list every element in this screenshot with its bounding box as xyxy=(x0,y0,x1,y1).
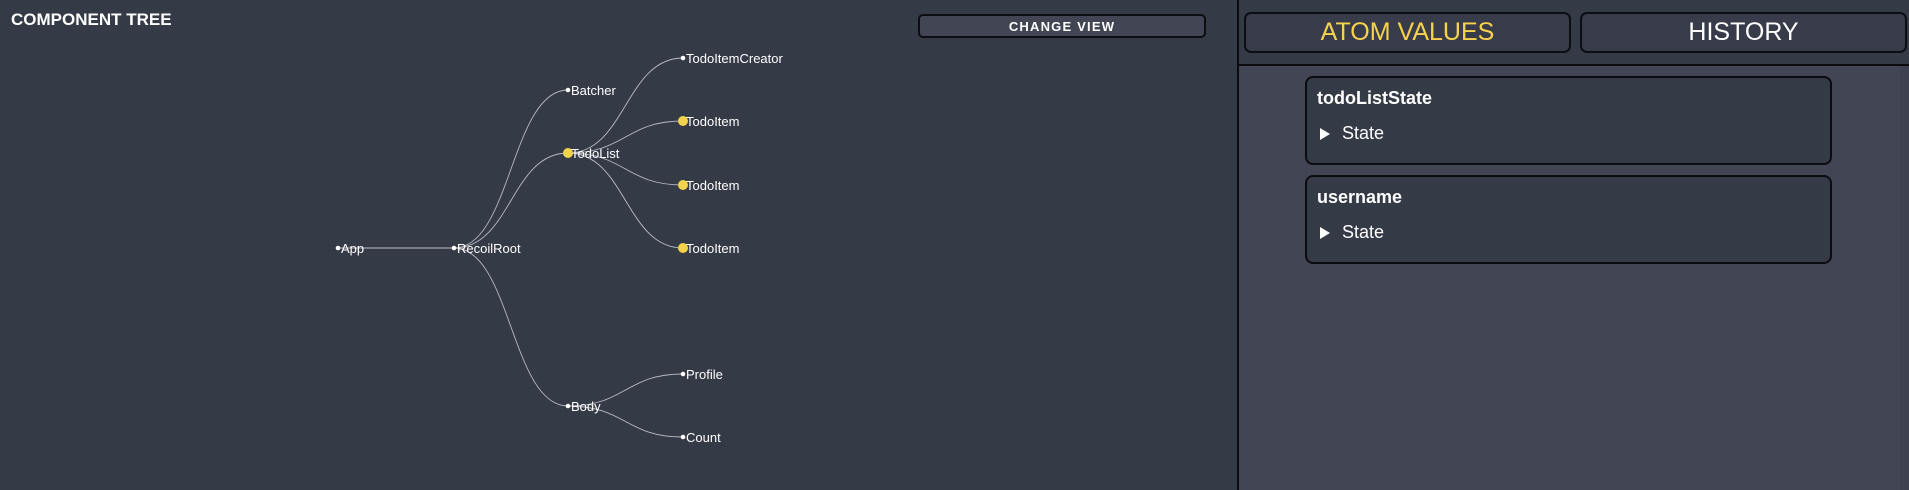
tree-node-label: TodoItem xyxy=(686,178,739,193)
tree-node-label: Profile xyxy=(686,367,723,382)
state-label: State xyxy=(1342,222,1385,242)
tree-node-label: TodoItem xyxy=(686,241,739,256)
component-tree-graph: App RecoilRoot Batcher TodoList Body TodoItem… xyxy=(335,51,784,445)
atom-card: username State xyxy=(1305,175,1832,264)
tab-history[interactable]: HISTORY xyxy=(1580,12,1907,53)
atom-panel: ATOM VALUES HISTORY todoListState State … xyxy=(1239,0,1909,490)
atom-name: todoListState xyxy=(1317,88,1432,108)
tree-link xyxy=(453,152,569,249)
node-dot xyxy=(680,434,686,440)
atom-card: todoListState State xyxy=(1305,76,1832,165)
state-toggle[interactable]: State xyxy=(1317,123,1384,144)
tree-node-todoitem2[interactable]: TodoItem xyxy=(678,178,739,193)
tree-node-label: App xyxy=(341,241,364,256)
tree-node-label: TodoList xyxy=(571,146,620,161)
tree-node-batcher[interactable]: Batcher xyxy=(565,83,617,98)
node-dot xyxy=(680,371,686,377)
tree-node-todolist[interactable]: TodoList xyxy=(563,146,620,161)
tree-node-todoitem3[interactable]: TodoItem xyxy=(678,241,739,256)
tree-node-profile[interactable]: Profile xyxy=(680,367,723,382)
tab-atom-values[interactable]: ATOM VALUES xyxy=(1244,12,1571,53)
tree-node-recoilroot[interactable]: RecoilRoot xyxy=(451,241,521,256)
node-dot xyxy=(335,245,341,251)
tree-node-label: Batcher xyxy=(571,83,616,98)
node-dot xyxy=(565,87,571,93)
state-label: State xyxy=(1342,123,1385,143)
atom-name: username xyxy=(1317,187,1403,207)
tree-node-label: Body xyxy=(571,399,601,414)
tree-link xyxy=(567,152,684,249)
tree-node-label: RecoilRoot xyxy=(457,241,521,256)
tree-node-label: TodoItem xyxy=(686,114,739,129)
tab-bar: ATOM VALUES HISTORY xyxy=(1239,0,1909,66)
tree-node-todoitemcreator[interactable]: TodoItemCreator xyxy=(680,51,784,66)
tree-node-app[interactable]: App xyxy=(335,241,364,256)
caret-right-icon xyxy=(1320,127,1330,140)
node-dot xyxy=(680,55,686,61)
tree-node-label: TodoItemCreator xyxy=(686,51,783,66)
tree-link xyxy=(453,247,569,407)
tree-link xyxy=(453,89,569,249)
component-tree-panel: COMPONENT TREE CHANGE VIEW App RecoilRoot… xyxy=(0,0,1237,490)
tree-node-label: Count xyxy=(686,430,721,445)
node-dot xyxy=(451,245,457,251)
state-toggle[interactable]: State xyxy=(1317,222,1384,243)
tree-node-todoitem1[interactable]: TodoItem xyxy=(678,114,739,129)
tree-node-count[interactable]: Count xyxy=(680,430,721,445)
caret-right-icon xyxy=(1320,226,1330,239)
node-dot xyxy=(565,403,571,409)
tree-link xyxy=(567,57,684,154)
tree-node-body[interactable]: Body xyxy=(565,399,601,414)
scrollbar[interactable] xyxy=(1900,66,1909,490)
